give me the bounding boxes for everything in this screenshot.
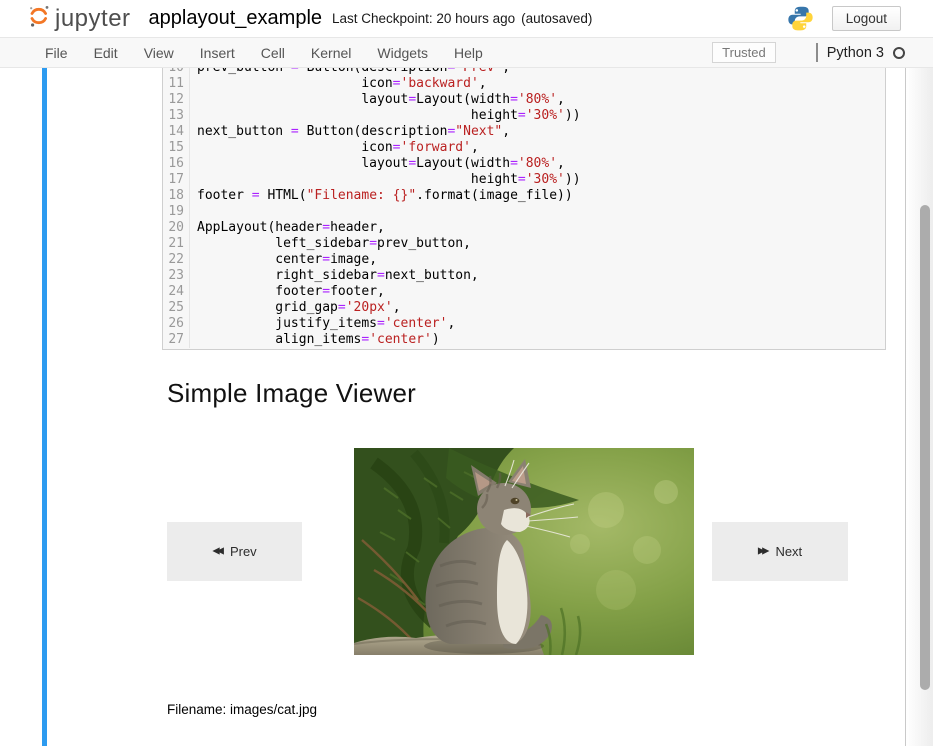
code-line[interactable]: 15 icon='forward', [163, 140, 885, 156]
filename-label: Filename: images/cat.jpg [167, 702, 317, 717]
line-number: 21 [163, 236, 190, 252]
menu-help[interactable]: Help [441, 40, 496, 66]
kernel-name: Python 3 [827, 45, 884, 61]
code-cell-editor[interactable]: 10prev_button = Button(description="Prev… [162, 68, 886, 350]
code-line[interactable]: 17 height='30%')) [163, 172, 885, 188]
line-number: 23 [163, 268, 190, 284]
checkpoint-status: Last Checkpoint: 20 hours ago [332, 11, 515, 26]
code-line[interactable]: 12 layout=Layout(width='80%', [163, 92, 885, 108]
code-line[interactable]: 20AppLayout(header=header, [163, 220, 885, 236]
notebook-title[interactable]: applayout_example [149, 7, 322, 30]
line-number: 27 [163, 332, 190, 348]
selected-cell-indicator [42, 68, 47, 746]
prev-button-label: Prev [230, 544, 257, 559]
menu-cell[interactable]: Cell [248, 40, 298, 66]
line-number: 10 [163, 68, 190, 76]
code-line[interactable]: 14next_button = Button(description="Next… [163, 124, 885, 140]
menubar: File Edit View Insert Cell Kernel Widget… [0, 38, 933, 68]
backward-icon: ◀◀ [212, 546, 221, 557]
code-line[interactable]: 24 footer=footer, [163, 284, 885, 300]
trusted-badge[interactable]: Trusted [712, 42, 776, 63]
line-number: 12 [163, 92, 190, 108]
menu-view[interactable]: View [131, 40, 187, 66]
header-bar: jupyter applayout_example Last Checkpoin… [0, 0, 933, 38]
jupyter-logo-text: jupyter [55, 7, 131, 33]
forward-icon: ▶▶ [758, 546, 767, 557]
kernel-separator [816, 43, 818, 62]
jupyter-logo[interactable]: jupyter [28, 4, 131, 33]
line-number: 16 [163, 156, 190, 172]
code-line[interactable]: 10prev_button = Button(description="Prev… [163, 68, 885, 76]
line-number: 14 [163, 124, 190, 140]
code-line[interactable]: 16 layout=Layout(width='80%', [163, 156, 885, 172]
menu-edit[interactable]: Edit [81, 40, 131, 66]
menu-insert[interactable]: Insert [187, 40, 248, 66]
autosave-status: (autosaved) [521, 11, 592, 26]
next-button-label: Next [775, 544, 802, 559]
menu-file[interactable]: File [32, 40, 81, 66]
code-line[interactable]: 19 [163, 204, 885, 220]
line-number: 22 [163, 252, 190, 268]
scrollbar-thumb[interactable] [920, 205, 930, 690]
line-number: 19 [163, 204, 190, 220]
line-number: 11 [163, 76, 190, 92]
jupyter-logo-icon [28, 4, 50, 33]
kernel-idle-icon [893, 47, 905, 59]
code-line[interactable]: 27 align_items='center') [163, 332, 885, 348]
python-logo-icon [787, 5, 814, 32]
menu-widgets[interactable]: Widgets [364, 40, 441, 66]
code-line[interactable]: 23 right_sidebar=next_button, [163, 268, 885, 284]
line-number: 13 [163, 108, 190, 124]
line-number: 25 [163, 300, 190, 316]
code-line[interactable]: 21 left_sidebar=prev_button, [163, 236, 885, 252]
line-number: 20 [163, 220, 190, 236]
scrollbar-track[interactable] [906, 68, 933, 746]
line-number: 18 [163, 188, 190, 204]
line-number: 17 [163, 172, 190, 188]
logout-button[interactable]: Logout [832, 6, 901, 31]
code-line[interactable]: 26 justify_items='center', [163, 316, 885, 332]
code-line[interactable]: 22 center=image, [163, 252, 885, 268]
cat-photo [354, 448, 694, 655]
menu-kernel[interactable]: Kernel [298, 40, 364, 66]
code-line[interactable]: 25 grid_gap='20px', [163, 300, 885, 316]
output-heading: Simple Image Viewer [167, 378, 416, 409]
line-number: 15 [163, 140, 190, 156]
prev-button[interactable]: ◀◀ Prev [167, 522, 302, 581]
next-button[interactable]: ▶▶ Next [712, 522, 848, 581]
code-lines: 10prev_button = Button(description="Prev… [163, 68, 885, 348]
line-number: 24 [163, 284, 190, 300]
code-line[interactable]: 18footer = HTML("Filename: {}".format(im… [163, 188, 885, 204]
code-line[interactable]: 13 height='30%')) [163, 108, 885, 124]
code-line[interactable]: 11 icon='backward', [163, 76, 885, 92]
line-number: 26 [163, 316, 190, 332]
